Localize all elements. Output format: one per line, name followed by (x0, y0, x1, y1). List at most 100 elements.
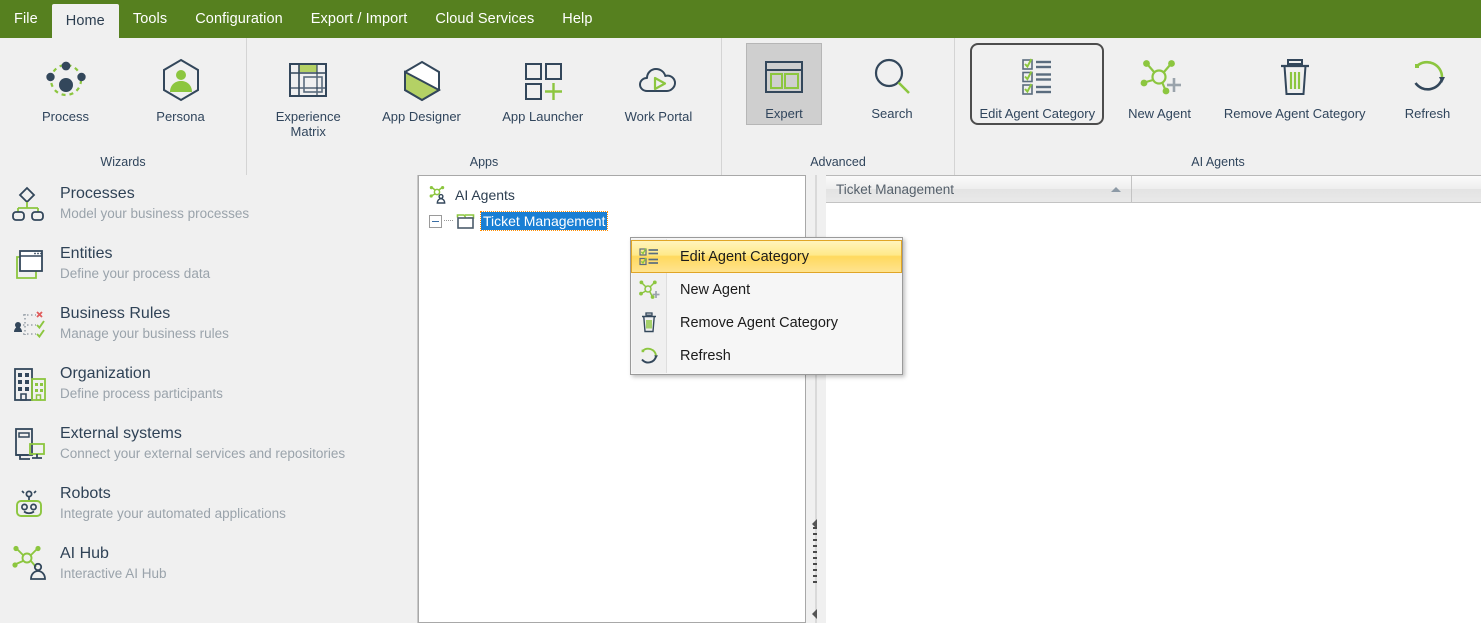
ribbon-button-label: Search (871, 106, 913, 121)
ribbon-group-apps: Experience Matrix App Designer App Launc… (246, 38, 721, 175)
ribbon-button-label: New Agent (1128, 106, 1191, 121)
sidebar-item-subtitle: Manage your business rules (60, 326, 229, 341)
folder-icon (455, 212, 477, 230)
grid-column-header-empty[interactable] (1132, 176, 1481, 203)
ribbon-button-label: Work Portal (624, 109, 693, 124)
sidebar-item-robots[interactable]: Robots Integrate your automated applicat… (0, 475, 417, 535)
organization-icon (10, 363, 56, 407)
context-menu-item-new-agent[interactable]: New Agent (631, 273, 902, 306)
search-icon (864, 48, 920, 106)
expert-icon (756, 48, 812, 106)
tree-connector-dots (444, 220, 453, 222)
ribbon-toolbar: Process Persona Wizards Experience Matri… (0, 38, 1481, 177)
business-rules-icon (10, 303, 56, 347)
ribbon-button-label: Expert (765, 106, 803, 121)
external-systems-icon (10, 423, 56, 467)
sidebar-item-subtitle: Define your process data (60, 266, 211, 281)
context-menu-item-edit-agent-category[interactable]: Edit Agent Category (631, 240, 902, 273)
sidebar-item-subtitle: Model your business processes (60, 206, 250, 221)
sidebar-item-title: Organization (60, 365, 151, 382)
sidebar-item-title: Entities (60, 245, 113, 262)
ribbon-button-label: App Launcher (502, 109, 584, 124)
tree-node-ai-agents[interactable]: AI Agents (419, 182, 805, 208)
new-agent-icon (632, 274, 666, 305)
ribbon-group-ai-agents: Edit Agent Category New Agent Remove Age… (954, 38, 1481, 175)
work-portal-icon (630, 51, 686, 109)
ribbon-group-label: Apps (469, 155, 499, 169)
ribbon-button-label: App Designer (382, 109, 461, 124)
process-icon (38, 51, 94, 109)
ribbon-button-label: Process (42, 109, 89, 124)
ribbon-button-work-portal[interactable]: Work Portal (616, 46, 702, 128)
sidebar-item-title: Robots (60, 485, 111, 502)
ribbon-button-app-designer[interactable]: App Designer (373, 46, 470, 128)
menu-item-cloud-services[interactable]: Cloud Services (421, 0, 548, 38)
context-menu-item-label: New Agent (680, 281, 751, 298)
ribbon-button-persona[interactable]: Persona (143, 46, 219, 128)
sidebar-item-title: Processes (60, 185, 135, 202)
menu-item-file[interactable]: File (0, 0, 52, 38)
context-menu: Edit Agent Category New Agent Remove Age… (630, 237, 903, 375)
grid-header-row: Ticket Management (826, 176, 1481, 203)
edit-agent-category-icon (632, 241, 666, 272)
tree-expander-collapse-icon[interactable] (429, 214, 442, 228)
agent-grid-panel: Ticket Management (826, 175, 1481, 623)
ribbon-button-search[interactable]: Search (854, 43, 930, 125)
ribbon-button-experience-matrix[interactable]: Experience Matrix (267, 46, 350, 143)
ribbon-group-label: Advanced (810, 155, 866, 169)
sidebar-item-processes[interactable]: Processes Model your business processes (0, 175, 417, 235)
ai-agents-icon (427, 186, 449, 204)
remove-agent-category-icon (1267, 48, 1323, 106)
ribbon-group-advanced: Expert Search Advanced (721, 38, 954, 175)
ribbon-button-process[interactable]: Process (28, 46, 104, 128)
ribbon-button-remove-agent-category[interactable]: Remove Agent Category (1215, 43, 1375, 125)
sidebar-item-external-systems[interactable]: External systems Connect your external s… (0, 415, 417, 475)
ribbon-button-label: Persona (156, 109, 205, 124)
ribbon-button-new-agent[interactable]: New Agent (1119, 43, 1200, 125)
ribbon-button-label: Experience Matrix (275, 109, 341, 139)
sidebar-item-subtitle: Connect your external services and repos… (60, 446, 346, 461)
menu-item-export-import[interactable]: Export / Import (297, 0, 422, 38)
sidebar-item-ai-hub[interactable]: AI Hub Interactive AI Hub (0, 535, 417, 595)
remove-agent-category-icon (632, 307, 666, 338)
ribbon-button-label: Refresh (1404, 106, 1451, 121)
tree-node-label: AI Agents (455, 187, 515, 203)
menu-item-help[interactable]: Help (548, 0, 606, 38)
context-menu-item-label: Edit Agent Category (680, 248, 809, 265)
splitter-grip[interactable] (813, 527, 817, 587)
tree-node-label: Ticket Management (479, 211, 609, 231)
context-menu-item-refresh[interactable]: Refresh (631, 339, 902, 372)
sidebar-item-title: External systems (60, 425, 182, 442)
ribbon-group-wizards: Process Persona Wizards (0, 38, 246, 175)
sort-ascending-icon[interactable] (1111, 186, 1121, 192)
ribbon-button-edit-agent-category[interactable]: Edit Agent Category (970, 43, 1105, 125)
context-menu-item-label: Remove Agent Category (680, 314, 838, 331)
ribbon-button-expert[interactable]: Expert (746, 43, 822, 125)
menu-item-tools[interactable]: Tools (119, 0, 181, 38)
sidebar-item-organization[interactable]: Organization Define process participants (0, 355, 417, 415)
menu-bar: File Home Tools Configuration Export / I… (0, 0, 1481, 38)
app-launcher-icon (515, 51, 571, 109)
context-menu-item-remove-agent-category[interactable]: Remove Agent Category (631, 306, 902, 339)
ribbon-button-label: Remove Agent Category (1223, 106, 1366, 121)
sidebar-item-title: AI Hub (60, 545, 109, 562)
ribbon-group-label: AI Agents (1191, 155, 1245, 169)
sidebar-item-subtitle: Interactive AI Hub (60, 566, 167, 581)
grid-column-label: Ticket Management (836, 181, 955, 197)
entities-icon (10, 243, 56, 287)
sidebar-item-title: Business Rules (60, 305, 171, 322)
experience-matrix-icon (280, 51, 336, 109)
application-window: File Home Tools Configuration Export / I… (0, 0, 1481, 623)
grid-column-header-ticket-management[interactable]: Ticket Management (826, 176, 1132, 203)
navigation-sidebar: Processes Model your business processes … (0, 175, 418, 623)
ribbon-button-refresh[interactable]: Refresh (1389, 43, 1465, 125)
menu-item-configuration[interactable]: Configuration (181, 0, 297, 38)
menu-item-home[interactable]: Home (51, 4, 119, 38)
ribbon-button-app-launcher[interactable]: App Launcher (493, 46, 592, 128)
sidebar-item-entities[interactable]: Entities Define your process data (0, 235, 417, 295)
new-agent-icon (1132, 48, 1188, 106)
tree-node-ticket-management[interactable]: Ticket Management (419, 208, 805, 234)
sidebar-item-business-rules[interactable]: Business Rules Manage your business rule… (0, 295, 417, 355)
edit-agent-category-icon (1009, 48, 1065, 106)
splitter-collapse-arrow-icon[interactable] (812, 609, 817, 619)
